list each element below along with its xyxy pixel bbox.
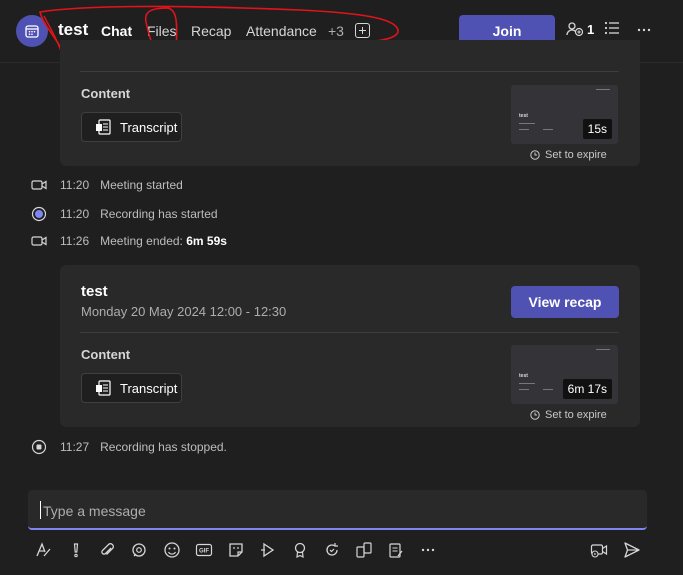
add-tab-icon[interactable]	[355, 23, 370, 38]
video-camera-icon	[30, 235, 48, 247]
transcript-icon	[95, 119, 113, 135]
stop-recording-icon	[30, 439, 48, 455]
event-time: 11:26	[60, 234, 90, 248]
thumbnail-title: test	[519, 113, 528, 119]
thumbnail-line	[519, 383, 535, 384]
approvals-icon[interactable]	[386, 540, 406, 560]
video-camera-icon	[30, 179, 48, 191]
sticker-icon[interactable]	[226, 540, 246, 560]
event-meeting-started: 11:20 Meeting started	[30, 178, 183, 192]
content-label: Content	[81, 86, 131, 101]
meeting-datetime: Monday 20 May 2024 12:00 - 12:30	[81, 304, 287, 319]
set-to-expire[interactable]: Set to expire	[530, 409, 607, 421]
transcript-label: Transcript	[120, 119, 178, 135]
thumbnail-line	[519, 123, 535, 124]
thumbnail-line	[596, 349, 610, 350]
thumbnail-title: test	[519, 373, 528, 379]
more-options-icon[interactable]	[636, 22, 652, 38]
clock-icon	[530, 410, 540, 420]
clock-icon	[530, 150, 540, 160]
recording-thumbnail[interactable]: test 6m 17s	[511, 345, 618, 404]
card-divider	[80, 71, 619, 72]
update-icon[interactable]	[322, 540, 342, 560]
thumbnail-line	[519, 129, 529, 130]
tab-files[interactable]: Files	[147, 23, 177, 39]
apps-icon[interactable]	[354, 540, 374, 560]
loop-icon[interactable]	[129, 540, 149, 560]
video-clip-icon[interactable]	[590, 540, 610, 560]
event-text: Recording has stopped.	[100, 440, 227, 454]
transcript-icon	[95, 380, 113, 396]
svg-text:GIF: GIF	[199, 549, 209, 555]
set-to-expire[interactable]: Set to expire	[530, 149, 607, 161]
meeting-recap-card: test Monday 20 May 2024 12:00 - 12:30 Vi…	[60, 265, 640, 427]
list-icon[interactable]	[604, 20, 620, 36]
more-icon[interactable]	[418, 540, 438, 560]
thumbnail-line	[596, 89, 610, 90]
forms-icon[interactable]	[258, 540, 278, 560]
compose-box[interactable]	[28, 490, 647, 530]
event-time: 11:27	[60, 440, 90, 454]
participants-count: 1	[587, 21, 595, 37]
expire-label: Set to expire	[545, 409, 607, 421]
calendar-avatar-icon	[16, 15, 48, 47]
emoji-icon[interactable]	[162, 540, 182, 560]
transcript-label: Transcript	[120, 380, 178, 396]
event-time: 11:20	[60, 178, 90, 192]
message-input[interactable]	[41, 500, 635, 522]
expire-label: Set to expire	[545, 149, 607, 161]
gif-icon[interactable]: GIF	[194, 540, 214, 560]
event-text: Meeting ended:	[100, 234, 183, 248]
meeting-recording-card: Content Transcript test 15s Set to expir…	[60, 40, 640, 166]
card-divider	[80, 332, 619, 333]
event-recording-stopped: 11:27 Recording has stopped.	[30, 439, 227, 455]
recording-duration: 15s	[582, 119, 612, 139]
view-recap-button[interactable]: View recap	[511, 286, 619, 318]
thumbnail-line	[519, 389, 529, 390]
event-meeting-ended: 11:26 Meeting ended: 6m 59s	[30, 234, 227, 248]
meeting-title: test	[58, 20, 89, 39]
transcript-button[interactable]: Transcript	[81, 373, 182, 403]
recording-icon	[30, 206, 48, 222]
priority-icon[interactable]	[66, 540, 86, 560]
more-tabs[interactable]: +3	[328, 23, 344, 39]
thumbnail-line	[543, 389, 553, 390]
tab-chat[interactable]: Chat	[101, 23, 132, 39]
event-text: Meeting started	[100, 178, 183, 192]
event-time: 11:20	[60, 207, 90, 221]
content-label: Content	[81, 347, 131, 362]
people-icon	[566, 21, 584, 37]
transcript-button[interactable]: Transcript	[81, 112, 182, 142]
meeting-card-title: test	[81, 283, 108, 300]
event-text: Recording has started	[100, 207, 218, 221]
tab-attendance[interactable]: Attendance	[246, 23, 317, 39]
send-icon[interactable]	[622, 540, 642, 560]
format-icon[interactable]	[33, 540, 53, 560]
event-duration: 6m 59s	[186, 234, 227, 248]
thumbnail-line	[543, 129, 553, 130]
praise-icon[interactable]	[290, 540, 310, 560]
event-recording-started: 11:20 Recording has started	[30, 206, 218, 222]
tab-recap[interactable]: Recap	[191, 23, 231, 39]
recording-duration: 6m 17s	[562, 379, 612, 399]
participants-button[interactable]: 1	[566, 21, 594, 37]
recording-thumbnail[interactable]: test 15s	[511, 85, 618, 144]
attach-icon[interactable]	[97, 540, 117, 560]
